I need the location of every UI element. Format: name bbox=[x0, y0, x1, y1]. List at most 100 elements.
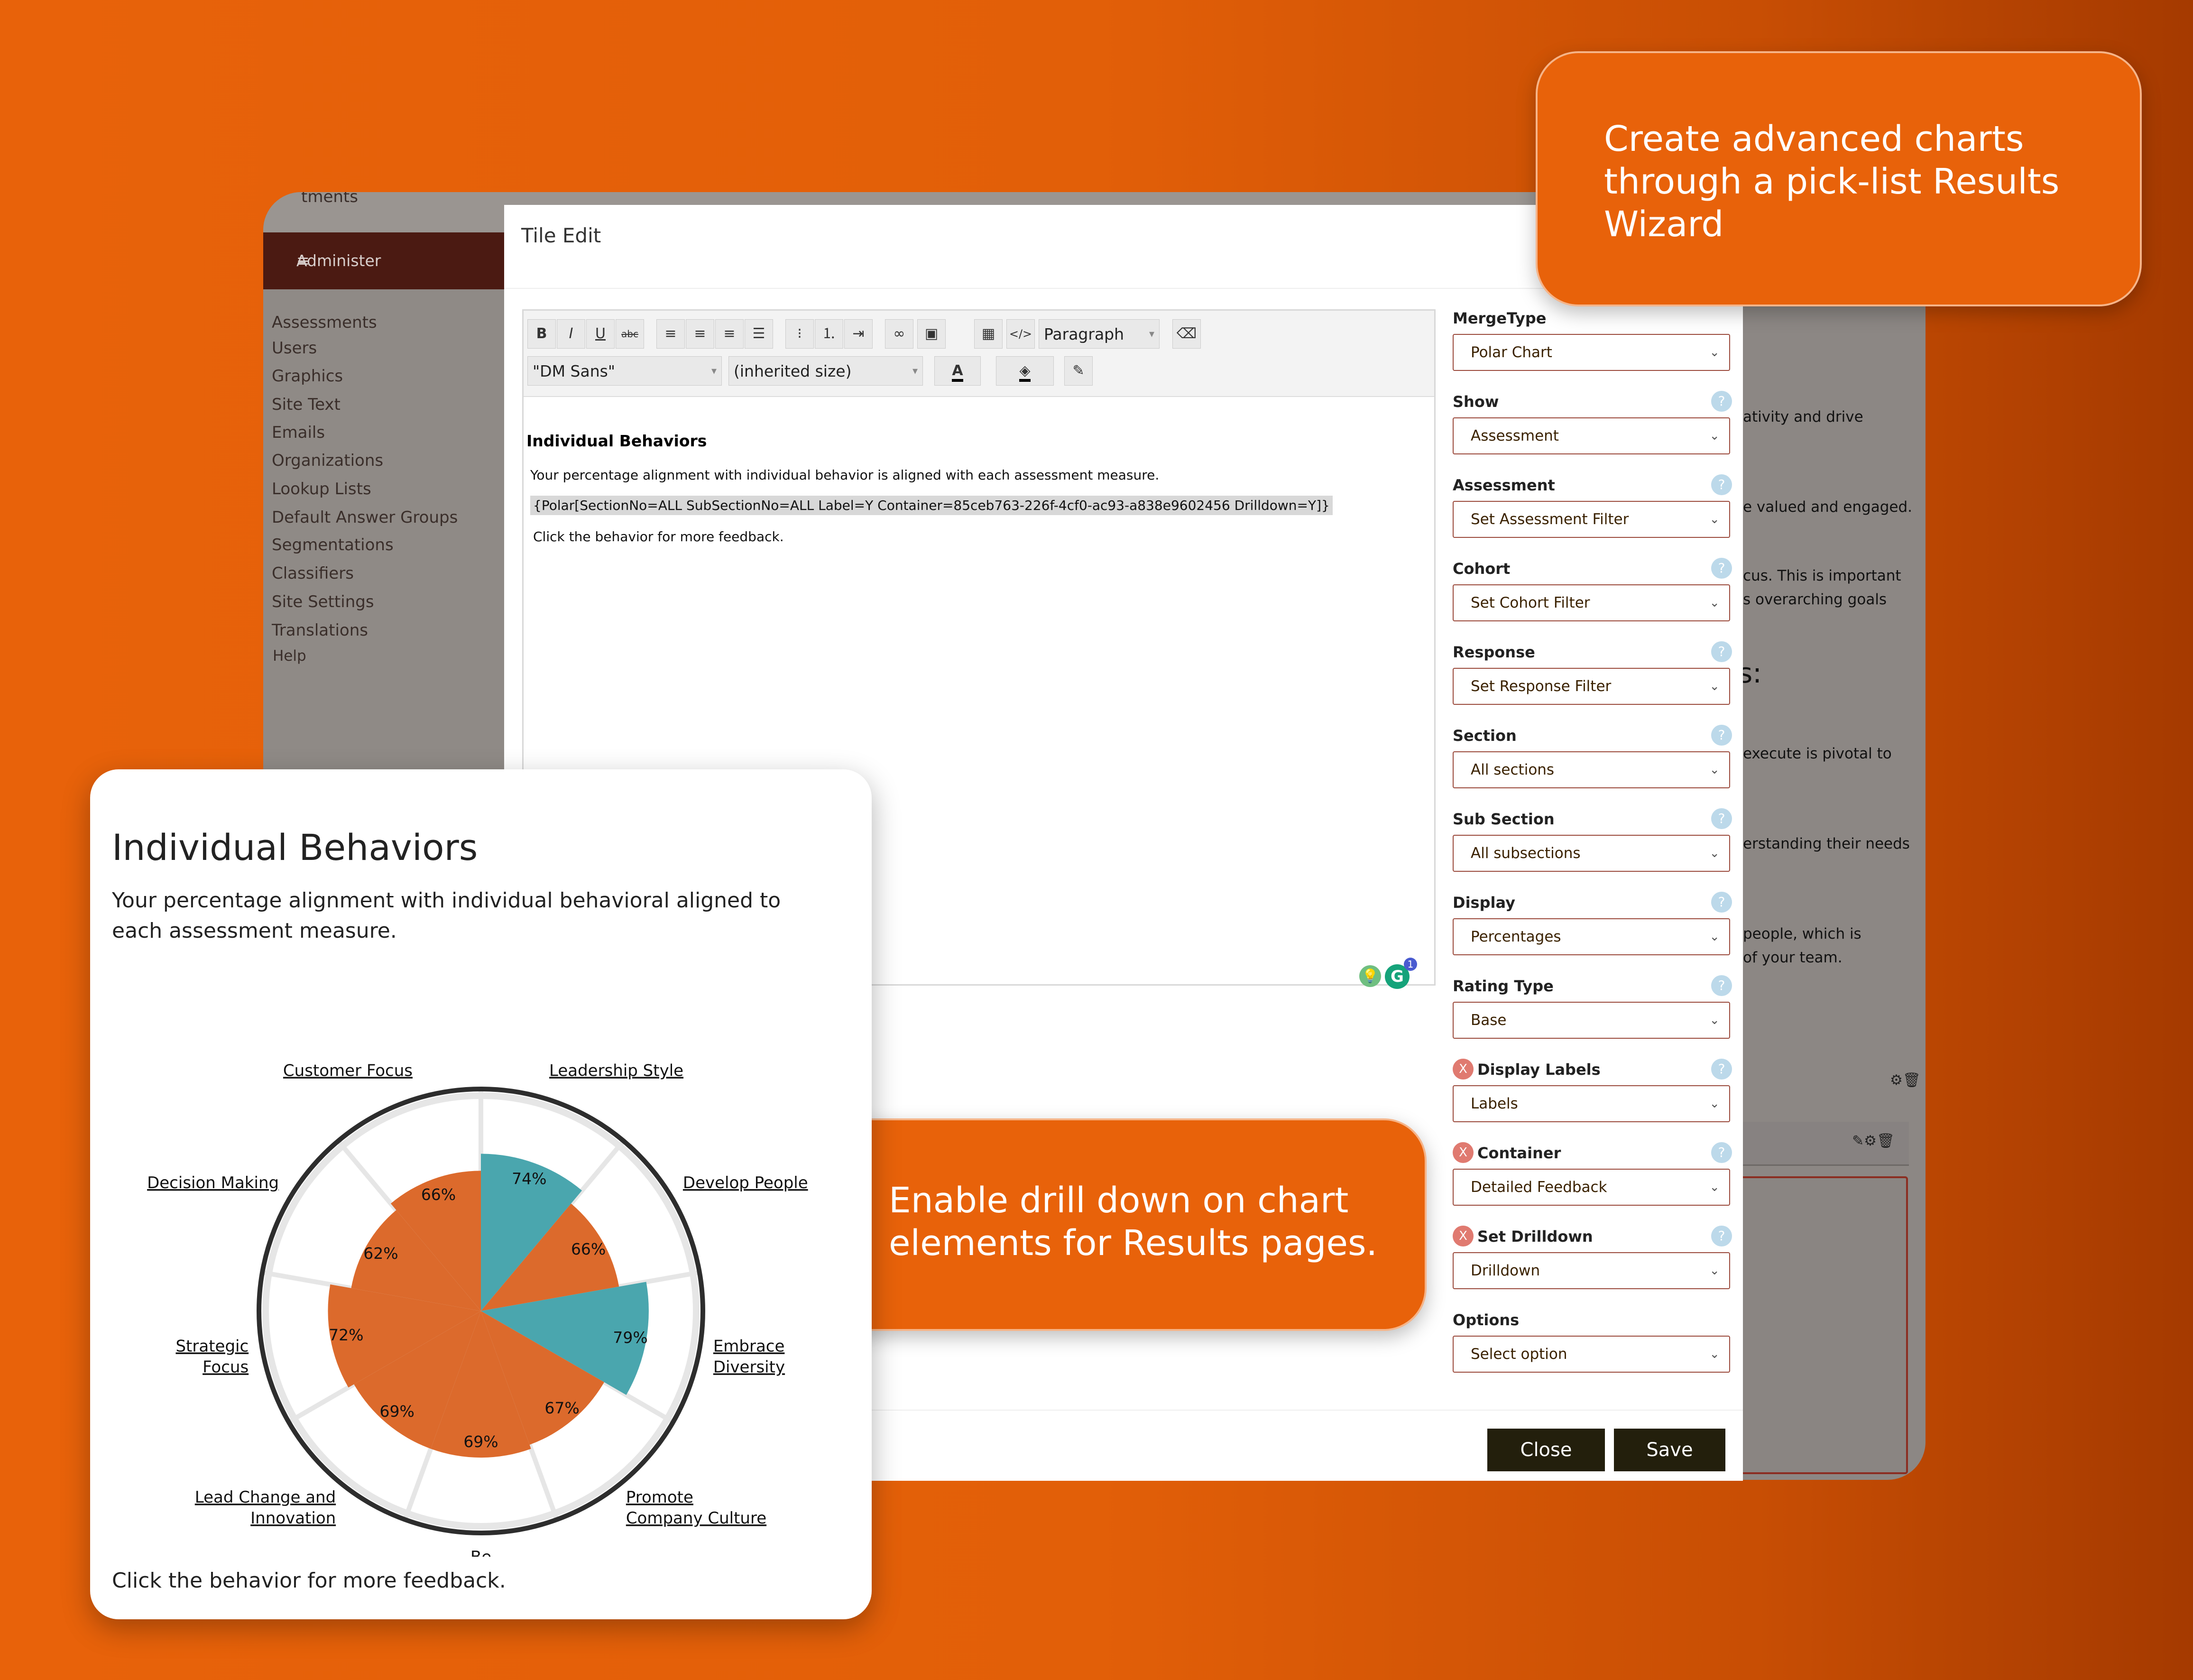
field-select[interactable]: Labels ⌄ bbox=[1453, 1085, 1730, 1122]
field-label: Container bbox=[1477, 1144, 1561, 1162]
remove-field-icon[interactable]: X bbox=[1453, 1142, 1474, 1163]
callout-line-2: through a pick-list Results bbox=[1604, 161, 2060, 202]
chart-card-footer: Click the behavior for more feedback. bbox=[112, 1569, 506, 1593]
sidebar-item[interactable]: Graphics bbox=[272, 367, 343, 386]
callout-drilldown: Enable drill down on chart elements for … bbox=[820, 1118, 1427, 1331]
align-center-icon[interactable]: ≡ bbox=[686, 319, 714, 349]
sidebar-item[interactable]: Segmentations bbox=[272, 535, 394, 554]
tile-edit-icons[interactable]: ✎⚙🗑 bbox=[1852, 1133, 1895, 1149]
help-icon[interactable]: ? bbox=[1711, 558, 1732, 579]
close-button[interactable]: Close bbox=[1487, 1429, 1605, 1471]
sidebar-item[interactable]: Organizations bbox=[272, 451, 383, 470]
help-icon[interactable]: ? bbox=[1711, 725, 1732, 746]
numbered-list-icon[interactable]: ⒈ bbox=[815, 319, 843, 349]
field-select[interactable]: Set Response Filter ⌄ bbox=[1453, 668, 1730, 705]
table-icon[interactable]: ▦ bbox=[974, 319, 1003, 349]
help-icon[interactable]: ? bbox=[1711, 808, 1732, 829]
underline-button[interactable]: U bbox=[586, 319, 615, 349]
sidebar-item[interactable]: Users bbox=[272, 339, 317, 358]
field-select-value: Percentages bbox=[1471, 928, 1561, 945]
field-select-value: Assessment bbox=[1471, 427, 1559, 444]
field-select[interactable]: Polar Chart ⌄ bbox=[1453, 334, 1730, 371]
admin-header[interactable]: ≡ Administer bbox=[263, 232, 510, 289]
source-code-icon[interactable]: </> bbox=[1006, 319, 1035, 349]
align-justify-icon[interactable]: ☰ bbox=[745, 319, 773, 349]
sidebar-item[interactable]: Translations bbox=[272, 621, 368, 640]
ruler-icon[interactable]: ✎ bbox=[1064, 356, 1093, 386]
text-color-button[interactable]: A bbox=[934, 356, 981, 386]
bold-button[interactable]: B bbox=[527, 319, 556, 349]
font-size-select[interactable]: (inherited size) ▾ bbox=[728, 356, 923, 386]
remove-field-icon[interactable]: X bbox=[1453, 1226, 1474, 1246]
field-select[interactable]: Drilldown ⌄ bbox=[1453, 1252, 1730, 1289]
field-select[interactable]: All sections ⌄ bbox=[1453, 751, 1730, 788]
help-icon[interactable]: ? bbox=[1711, 892, 1732, 913]
lightbulb-icon[interactable]: 💡 bbox=[1359, 965, 1381, 987]
italic-button[interactable]: I bbox=[557, 319, 585, 349]
link-icon[interactable]: ∞ bbox=[885, 319, 913, 349]
field-select-value: Base bbox=[1471, 1012, 1507, 1029]
sidebar-item[interactable]: Default Answer Groups bbox=[272, 508, 458, 527]
field-select[interactable]: Base ⌄ bbox=[1453, 1002, 1730, 1039]
field-select[interactable]: All subsections ⌄ bbox=[1453, 835, 1730, 872]
strikethrough-button[interactable]: abc bbox=[616, 319, 644, 349]
field-label: Rating Type bbox=[1453, 977, 1554, 995]
category-label[interactable]: Embrace Diversity bbox=[713, 1337, 785, 1376]
help-icon[interactable]: ? bbox=[1711, 975, 1732, 996]
category-label[interactable]: Strategic Focus bbox=[175, 1337, 249, 1376]
help-icon[interactable]: ? bbox=[1711, 1059, 1732, 1080]
sidebar-item[interactable]: Site Text bbox=[272, 395, 341, 414]
eraser-icon[interactable]: ⌫ bbox=[1172, 319, 1201, 349]
highlight-color-button[interactable]: ◈ bbox=[996, 356, 1054, 386]
category-label[interactable]: BeEntrepreneurial bbox=[418, 1548, 544, 1557]
category-label[interactable]: Leadership Style bbox=[549, 1061, 683, 1080]
field-select-value: Set Assessment Filter bbox=[1471, 511, 1629, 528]
sidebar-item[interactable]: Classifiers bbox=[272, 564, 354, 583]
category-label[interactable]: Promote Company Culture bbox=[626, 1488, 766, 1528]
font-family-select[interactable]: "DM Sans" ▾ bbox=[527, 356, 722, 386]
field-select[interactable]: Detailed Feedback ⌄ bbox=[1453, 1169, 1730, 1206]
field-select[interactable]: Set Assessment Filter ⌄ bbox=[1453, 501, 1730, 538]
align-right-icon[interactable]: ≡ bbox=[715, 319, 744, 349]
save-button[interactable]: Save bbox=[1614, 1429, 1725, 1471]
indent-icon[interactable]: ⇥ bbox=[844, 319, 873, 349]
value-label: 66% bbox=[571, 1240, 606, 1258]
bullet-list-icon[interactable]: ⁝ bbox=[785, 319, 814, 349]
field-select-value: Set Cohort Filter bbox=[1471, 594, 1590, 611]
image-icon[interactable]: ▣ bbox=[917, 319, 946, 349]
sidebar-item[interactable]: Help bbox=[273, 647, 306, 665]
category-label[interactable]: Decision Making bbox=[147, 1173, 279, 1192]
field-label: Set Drilldown bbox=[1477, 1228, 1593, 1246]
remove-field-icon[interactable]: X bbox=[1453, 1059, 1474, 1080]
sidebar-item[interactable]: Emails bbox=[272, 423, 325, 442]
category-label[interactable]: Customer Focus bbox=[283, 1061, 413, 1080]
help-icon[interactable]: ? bbox=[1711, 391, 1732, 412]
help-icon[interactable]: ? bbox=[1711, 641, 1732, 662]
field-select[interactable]: Select option ⌄ bbox=[1453, 1336, 1730, 1373]
font-size-value: (inherited size) bbox=[734, 362, 852, 380]
help-icon[interactable]: ? bbox=[1711, 474, 1732, 495]
field-select[interactable]: Set Cohort Filter ⌄ bbox=[1453, 584, 1730, 621]
truncated-nav-text: tments bbox=[301, 192, 358, 206]
value-label: 69% bbox=[379, 1402, 414, 1421]
category-label[interactable]: Lead Change and Innovation bbox=[195, 1488, 336, 1528]
sidebar-item[interactable]: Lookup Lists bbox=[272, 480, 371, 498]
chevron-down-icon: ⌄ bbox=[1709, 345, 1720, 360]
sidebar-item[interactable]: Site Settings bbox=[272, 592, 374, 611]
field-select[interactable]: Percentages ⌄ bbox=[1453, 918, 1730, 955]
background-text-snippet: ativity and drive bbox=[1743, 408, 1863, 425]
chevron-down-icon: ⌄ bbox=[1709, 1347, 1720, 1361]
help-icon[interactable]: ? bbox=[1711, 1142, 1732, 1163]
background-text-snippet: cus. This is important bbox=[1743, 567, 1901, 584]
field-select[interactable]: Assessment ⌄ bbox=[1453, 417, 1730, 454]
align-left-icon[interactable]: ≡ bbox=[656, 319, 685, 349]
sidebar-item[interactable]: Assessments bbox=[272, 313, 377, 332]
value-label: 67% bbox=[544, 1399, 579, 1417]
chevron-down-icon: ⌄ bbox=[1709, 512, 1720, 526]
tile-settings-icons[interactable]: ⚙🗑 bbox=[1890, 1072, 1921, 1089]
category-label[interactable]: Develop People bbox=[683, 1173, 808, 1192]
chevron-down-icon: ⌄ bbox=[1709, 1013, 1720, 1027]
field-label: Cohort bbox=[1453, 560, 1511, 578]
help-icon[interactable]: ? bbox=[1711, 1226, 1732, 1246]
block-format-select[interactable]: Paragraph ▾ bbox=[1039, 319, 1160, 349]
